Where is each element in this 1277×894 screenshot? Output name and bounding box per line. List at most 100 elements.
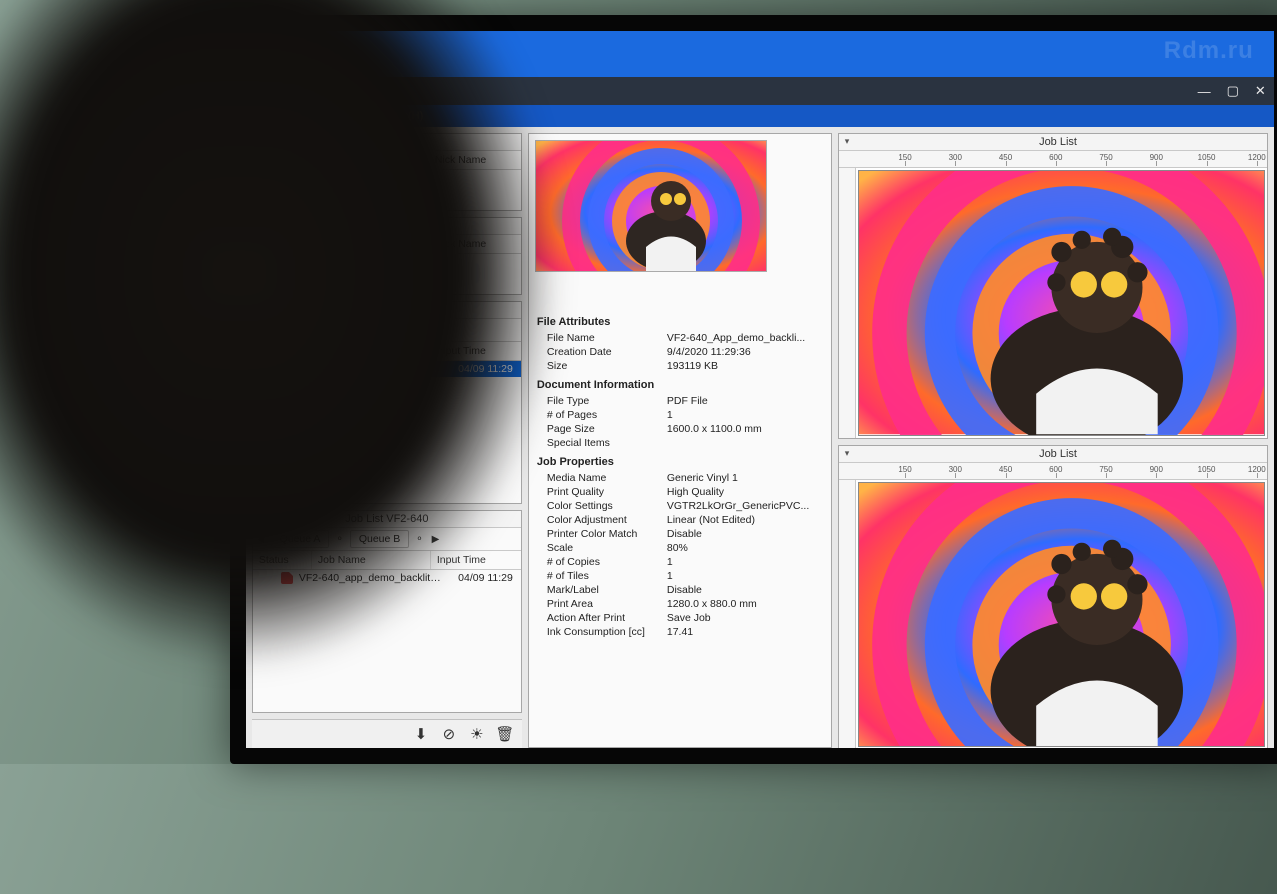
property-key: Action After Print [547,612,667,624]
property-key: # of Copies [547,556,667,568]
joblist-vf2-columns: Status Job Name Input Time [253,551,521,570]
monitor-frame: Rdm.ru — ▢ ✕ Printer(P) Media(M) Help(H)… [230,15,1277,764]
joblist-vf2-body: VF2-640_app_demo_backlit_dp... 04/09 11:… [253,570,521,712]
preview-panel-bottom: Job List 15030045060075090010501200 [838,445,1268,748]
property-value: 1 [667,556,823,568]
property-value: 193119 KB [667,360,823,372]
job-time: 04/09 11:29 [443,572,517,584]
property-key: Scale [547,542,667,554]
download-icon[interactable]: ⬇ [412,725,430,743]
queue-prev-icon[interactable]: ◀ [253,532,269,547]
property-key: Printer Color Match [547,528,667,540]
menu-media[interactable]: Media(M) [321,110,367,122]
ruler-horizontal: 15030045060075090010501200 [839,151,1267,168]
trash-icon[interactable]: 🗑 [496,725,514,743]
col-status[interactable]: Status [253,551,312,569]
queue-b-opts-icon[interactable]: ⚬ [411,532,427,547]
property-key: Mark/Label [547,584,667,596]
property-key: # of Pages [547,409,667,421]
middle-column: File Attributes File NameVF2-640_App_dem… [528,133,832,748]
queue-next-icon[interactable]: ▶ [428,532,444,547]
print-status-header[interactable]: Print Status [253,134,521,151]
property-row: Color SettingsVGTR2LkOrGr_GenericPVC... [537,499,823,513]
property-key: File Name [547,332,667,344]
property-value: 1 [667,409,823,421]
col-jobname[interactable]: Job Name [312,342,431,360]
property-value: Disable [667,584,823,596]
property-value: Generic Vinyl 1 [667,472,823,484]
menu-printer[interactable]: Printer(P) [256,110,303,122]
property-row: Color AdjustmentLinear (Not Edited) [537,513,823,527]
property-value: Disable [667,528,823,540]
preview-panel-top: Job List 15030045060075090010501200 [838,133,1268,438]
tab-queue-a[interactable]: Queue A [271,321,330,339]
tab-queue-b[interactable]: Queue B [350,321,409,339]
joblist-vf2-header[interactable]: Job List VF2-640 [253,511,521,528]
stop-icon[interactable]: ⊘ [440,725,458,743]
property-row: Page Size1600.0 x 1100.0 mm [537,422,823,436]
property-row: Print QualityHigh Quality [537,485,823,499]
properties-panel: File Attributes File NameVF2-640_App_dem… [528,133,832,748]
col-nickname[interactable]: Nick Name [429,151,521,169]
queue-next-icon[interactable]: ▶ [428,323,444,338]
rip-status-header[interactable]: RIP Status [253,218,521,235]
tab-queue-b[interactable]: Queue B [350,530,409,548]
property-row: # of Tiles1 [537,569,823,583]
job-properties-heading: Job Properties [537,456,823,468]
pdf-icon [281,572,293,584]
ruler-horizontal: 15030045060075090010501200 [839,463,1267,480]
rip-status-body [253,254,521,302]
property-row: Printer Color MatchDisable [537,527,823,541]
col-jobname[interactable]: Job Name [312,235,429,253]
joblist-vg2-panel: Job List VG2-640 ◀ Queue A ⚬ Queue B ⚬ ▶… [252,301,522,504]
property-key: Page Size [547,423,667,435]
property-key: Media Name [547,472,667,484]
joblist-vg2-body: VF2-640_app_demo_backlit_dp... 04/09 11:… [253,361,521,503]
property-value: Save Job [667,612,823,624]
job-row[interactable]: VF2-640_app_demo_backlit_dp... 04/09 11:… [253,361,521,377]
job-thumbnail [535,140,767,272]
property-key: Print Area [547,598,667,610]
col-nickname[interactable]: Nick Name [429,235,521,253]
queue-b-opts-icon[interactable]: ⚬ [411,323,427,338]
preview-top-header[interactable]: Job List [839,134,1267,151]
ruler-vertical [839,480,856,748]
property-row: File TypePDF File [537,394,823,408]
col-status[interactable]: Status [253,235,312,253]
window-maximize-button[interactable]: ▢ [1227,83,1239,99]
file-attributes-heading: File Attributes [537,316,823,328]
tab-queue-a[interactable]: Queue A [271,530,330,548]
preview-canvas-top[interactable] [856,168,1267,437]
window-close-button[interactable]: ✕ [1255,83,1266,99]
brightness-icon[interactable]: ☀ [468,725,486,743]
document-info-heading: Document Information [537,379,823,391]
joblist-vf2-tabs: ◀ Queue A ⚬ Queue B ⚬ ▶ [253,528,521,551]
job-row[interactable]: VF2-640_app_demo_backlit_dp... 04/09 11:… [253,570,521,586]
property-value: 1600.0 x 1100.0 mm [667,423,823,435]
property-row: Ink Consumption [cc]17.41 [537,625,823,639]
preview-bottom-header[interactable]: Job List [839,446,1267,463]
queue-a-opts-icon[interactable]: ⚬ [331,532,347,547]
property-value: 17.41 [667,626,823,638]
property-value: 9/4/2020 11:29:36 [667,346,823,358]
property-key: Special Items [547,437,667,449]
col-status[interactable]: Status [253,342,312,360]
queue-a-opts-icon[interactable]: ⚬ [331,323,347,338]
job-thumbnail-box [529,134,831,306]
menu-help[interactable]: Help(H) [385,110,423,122]
joblist-vg2-header[interactable]: Job List VG2-640 [253,302,521,319]
col-jobname[interactable]: Job Name [312,551,431,569]
col-inputtime[interactable]: Input Time [431,342,521,360]
watermark-text: Rdm.ru [1164,37,1254,65]
window-minimize-button[interactable]: — [1198,84,1211,99]
property-row: File NameVF2-640_App_demo_backli... [537,331,823,345]
job-time: 04/09 11:29 [443,363,517,375]
col-inputtime[interactable]: Input Time [431,551,521,569]
queue-prev-icon[interactable]: ◀ [253,323,269,338]
preview-canvas-bottom[interactable] [856,480,1267,748]
print-status-body [253,170,521,218]
property-key: Size [547,360,667,372]
property-value: 1280.0 x 880.0 mm [667,598,823,610]
col-status[interactable]: Status [253,151,312,169]
col-jobname[interactable]: Job Name [312,151,429,169]
